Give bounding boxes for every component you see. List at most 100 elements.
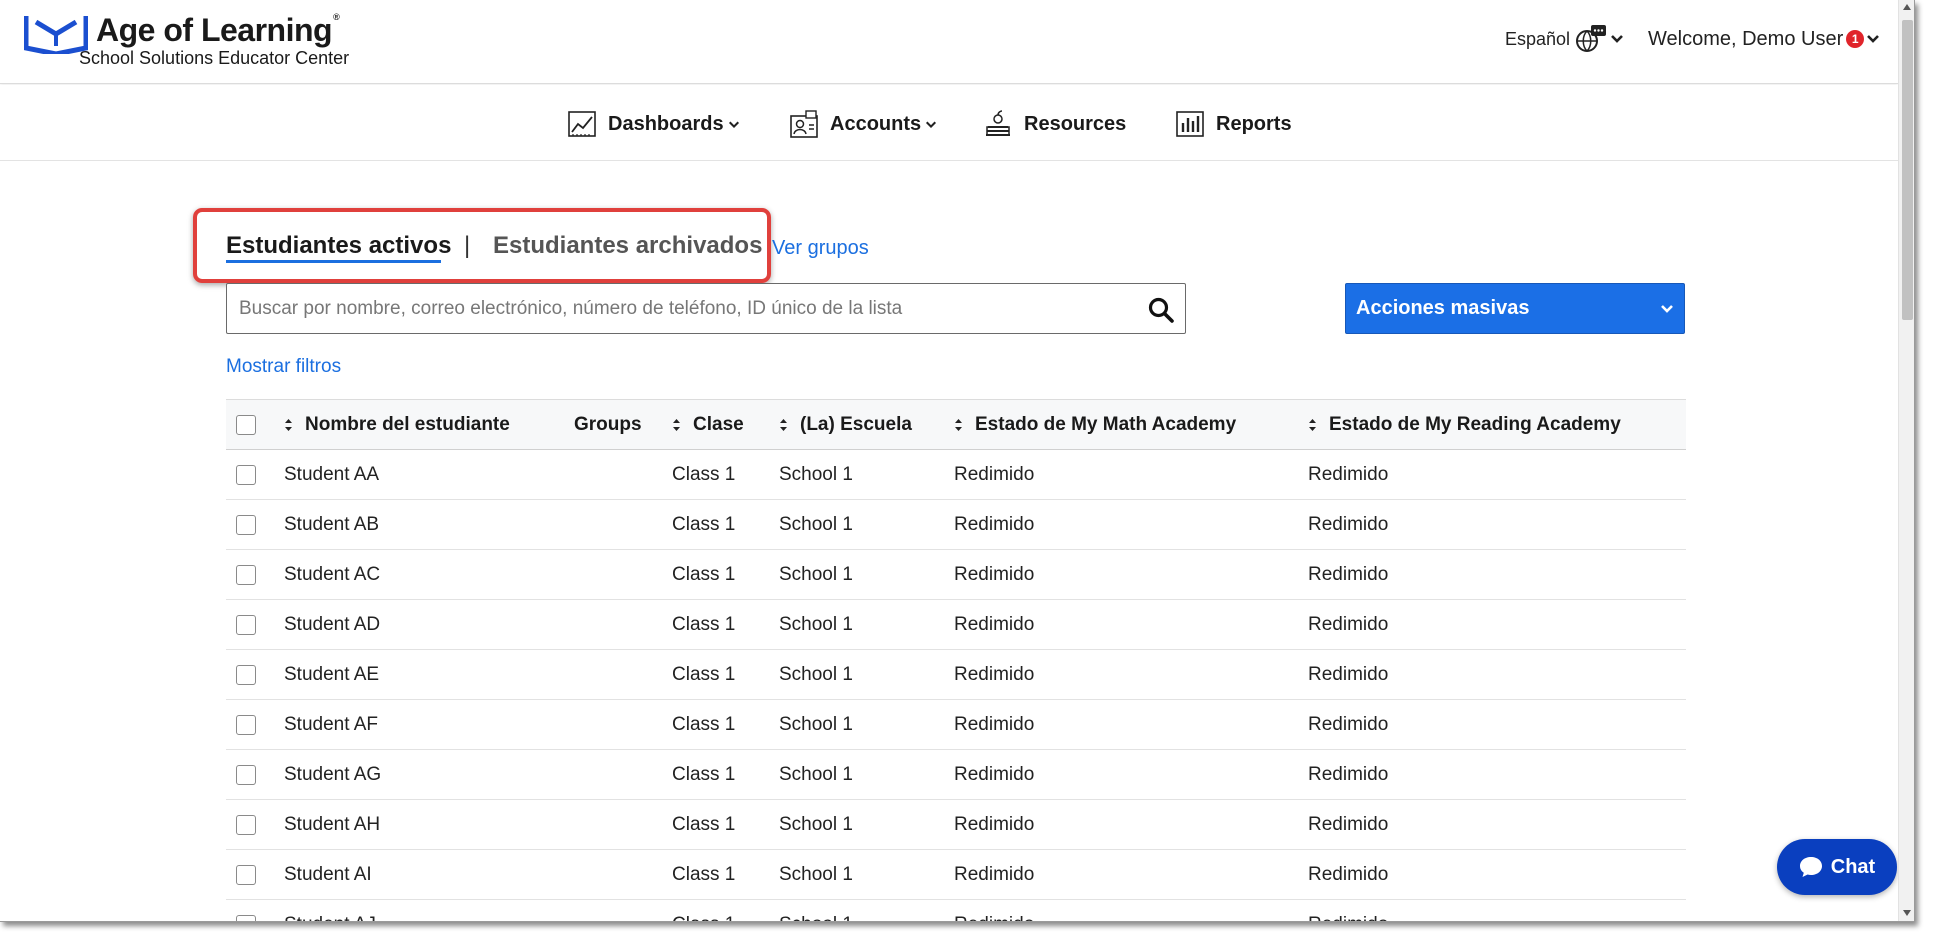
select-all-checkbox[interactable] bbox=[236, 415, 256, 435]
reading-status-cell: Redimido bbox=[1308, 564, 1389, 585]
class-cell: Class 1 bbox=[672, 614, 736, 635]
trademark-symbol: ® bbox=[333, 12, 340, 22]
class-cell: Class 1 bbox=[672, 714, 736, 735]
chevron-down-icon bbox=[926, 121, 937, 129]
chat-label: Chat bbox=[1830, 855, 1876, 878]
column-header-name[interactable]: Nombre del estudiante bbox=[284, 400, 510, 450]
student-name-cell[interactable]: Student AA bbox=[284, 450, 379, 500]
show-filters-link[interactable]: Mostrar filtros bbox=[226, 356, 341, 378]
column-header-school[interactable]: (La) Escuela bbox=[779, 400, 912, 450]
nav-label: Reports bbox=[1216, 112, 1292, 135]
top-header: Age of Learning® School Solutions Educat… bbox=[0, 0, 1898, 84]
view-groups-link[interactable]: Ver grupos bbox=[772, 237, 869, 260]
row-checkbox[interactable] bbox=[236, 815, 256, 835]
table-row: Student AA Class 1 School 1 Redimido Red… bbox=[226, 450, 1686, 500]
language-switcher[interactable]: Español bbox=[1505, 24, 1624, 54]
row-checkbox[interactable] bbox=[236, 765, 256, 785]
table-row: Student AI Class 1 School 1 Redimido Red… bbox=[226, 850, 1686, 900]
school-cell: School 1 bbox=[779, 764, 853, 785]
column-header-label: Estado de My Math Academy bbox=[975, 414, 1237, 435]
brand-name: Age of Learning® bbox=[96, 12, 340, 48]
reading-status-cell: Redimido bbox=[1308, 664, 1389, 685]
brand-logo[interactable]: Age of Learning® School Solutions Educat… bbox=[24, 10, 384, 70]
bulk-actions-dropdown[interactable]: Acciones masivas bbox=[1345, 283, 1685, 334]
row-checkbox[interactable] bbox=[236, 715, 256, 735]
column-header-label: Clase bbox=[693, 414, 744, 435]
page-scrollbar[interactable] bbox=[1898, 0, 1914, 921]
tab-archived-students[interactable]: Estudiantes archivados bbox=[493, 232, 762, 260]
student-name-cell[interactable]: Student AC bbox=[284, 550, 380, 600]
school-cell: School 1 bbox=[779, 464, 853, 485]
nav-item-resources[interactable]: Resources bbox=[982, 107, 1126, 141]
nav-item-reports[interactable]: Reports bbox=[1174, 107, 1292, 141]
class-cell: Class 1 bbox=[672, 900, 735, 921]
math-status-cell: Redimido bbox=[954, 564, 1035, 585]
student-name-cell[interactable]: Student AJ bbox=[284, 900, 376, 921]
student-name-cell[interactable]: Student AF bbox=[284, 700, 378, 750]
student-name-cell[interactable]: Student AD bbox=[284, 600, 380, 650]
math-status-cell: Redimido bbox=[954, 714, 1035, 735]
student-name-cell[interactable]: Student AG bbox=[284, 750, 381, 800]
reading-status-cell: Redimido bbox=[1308, 764, 1389, 785]
row-checkbox[interactable] bbox=[236, 915, 256, 921]
chevron-down-icon bbox=[728, 121, 739, 129]
scrollbar-thumb[interactable] bbox=[1902, 20, 1913, 320]
row-checkbox[interactable] bbox=[236, 615, 256, 635]
student-name-cell[interactable]: Student AB bbox=[284, 500, 379, 550]
row-checkbox[interactable] bbox=[236, 515, 256, 535]
table-row: Student AH Class 1 School 1 Redimido Red… bbox=[226, 800, 1686, 850]
chart-line-icon bbox=[568, 111, 596, 137]
search-icon[interactable] bbox=[1147, 296, 1175, 324]
column-header-label: Estado de My Reading Academy bbox=[1329, 414, 1621, 435]
nav-item-accounts[interactable]: Accounts bbox=[788, 107, 937, 141]
user-menu[interactable]: Welcome, Demo User 1 bbox=[1648, 24, 1880, 54]
school-cell: School 1 bbox=[779, 900, 853, 921]
sort-icon bbox=[1309, 419, 1316, 431]
chat-button[interactable]: Chat bbox=[1777, 839, 1897, 895]
scroll-down-arrow-icon[interactable] bbox=[1903, 910, 1911, 916]
speech-bubble-icon bbox=[1799, 857, 1822, 877]
student-name-cell[interactable]: Student AH bbox=[284, 800, 380, 850]
row-checkbox[interactable] bbox=[236, 865, 256, 885]
search-input[interactable] bbox=[227, 284, 1127, 333]
school-cell: School 1 bbox=[779, 664, 853, 685]
welcome-text: Welcome, Demo User bbox=[1648, 27, 1844, 50]
math-status-cell: Redimido bbox=[954, 764, 1035, 785]
globe-chat-icon bbox=[1576, 25, 1607, 52]
student-name-cell[interactable]: Student AE bbox=[284, 650, 379, 700]
reading-status-cell: Redimido bbox=[1308, 814, 1389, 835]
column-header-reading-status[interactable]: Estado de My Reading Academy bbox=[1308, 400, 1621, 450]
books-icon bbox=[986, 110, 1010, 136]
column-header-label: Groups bbox=[574, 414, 642, 435]
row-checkbox[interactable] bbox=[236, 565, 256, 585]
table-row: Student AE Class 1 School 1 Redimido Red… bbox=[226, 650, 1686, 700]
table-row: Student AJ Class 1 School 1 Redimido Red… bbox=[226, 900, 1686, 921]
school-cell: School 1 bbox=[779, 564, 853, 585]
active-tab-underline bbox=[226, 260, 441, 263]
row-checkbox[interactable] bbox=[236, 465, 256, 485]
tab-active-students[interactable]: Estudiantes activos bbox=[226, 232, 451, 260]
students-table: Nombre del estudiante Groups Clase (La) … bbox=[226, 399, 1686, 921]
class-cell: Class 1 bbox=[672, 514, 736, 535]
column-header-label: Nombre del estudiante bbox=[305, 414, 510, 435]
bulk-actions-label: Acciones masivas bbox=[1356, 297, 1530, 319]
column-header-math-status[interactable]: Estado de My Math Academy bbox=[954, 400, 1236, 450]
table-row: Student AD Class 1 School 1 Redimido Red… bbox=[226, 600, 1686, 650]
student-name-cell[interactable]: Student AI bbox=[284, 850, 372, 900]
main-nav: Dashboards Accounts Resources Reports bbox=[0, 85, 1898, 161]
nav-item-dashboards[interactable]: Dashboards bbox=[566, 107, 740, 141]
accounts-icon bbox=[790, 110, 818, 138]
reading-status-cell: Redimido bbox=[1308, 900, 1388, 921]
column-header-class[interactable]: Clase bbox=[672, 400, 744, 450]
row-checkbox[interactable] bbox=[236, 665, 256, 685]
scroll-up-arrow-icon[interactable] bbox=[1903, 4, 1911, 10]
math-status-cell: Redimido bbox=[954, 864, 1035, 885]
class-cell: Class 1 bbox=[672, 814, 736, 835]
bar-chart-icon bbox=[1176, 111, 1204, 137]
search-box bbox=[226, 283, 1186, 334]
school-cell: School 1 bbox=[779, 714, 853, 735]
school-cell: School 1 bbox=[779, 614, 853, 635]
school-cell: School 1 bbox=[779, 864, 853, 885]
math-status-cell: Redimido bbox=[954, 464, 1035, 485]
sort-icon bbox=[780, 419, 787, 431]
